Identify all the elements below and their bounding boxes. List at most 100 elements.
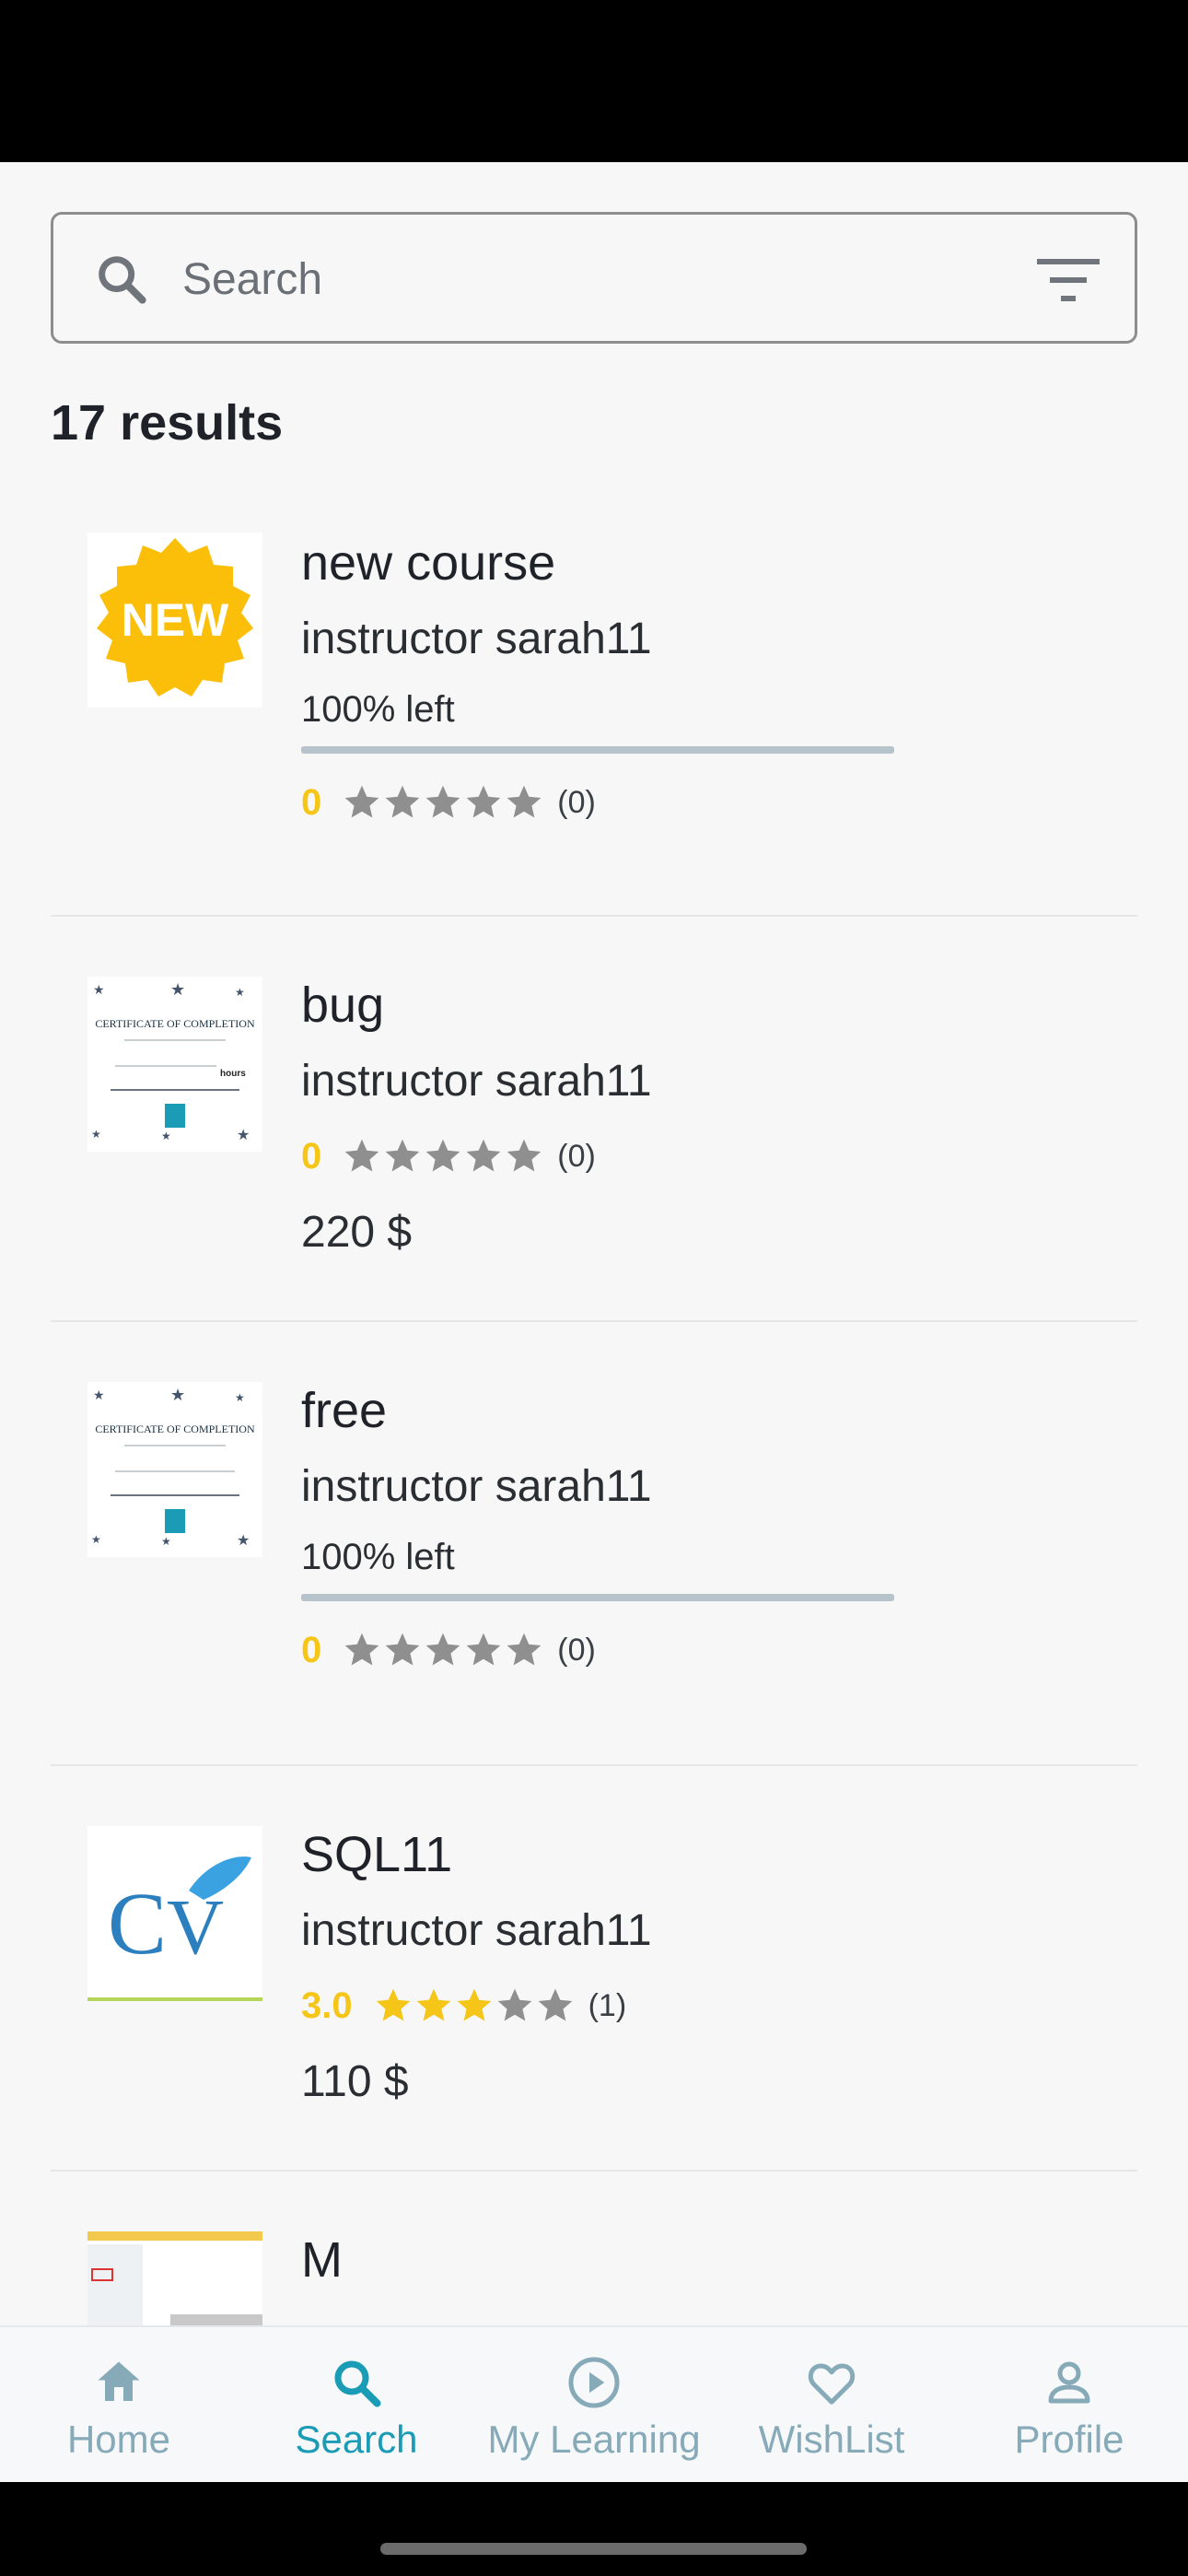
course-title: bug [301,978,385,1033]
course-thumbnail: C V [87,1826,262,2001]
course-price: 110 $ [301,2057,409,2106]
home-indicator[interactable] [380,2543,807,2555]
course-title: free [301,1383,388,1438]
tab-label: Search [295,2418,418,2461]
star-empty-icon [344,1139,379,1172]
star-filled-icon [376,1988,410,2021]
rating-value: 0 [301,781,322,823]
home-icon [98,2361,140,2401]
certificate-seal [165,1509,185,1533]
star-empty-icon [344,785,379,818]
cv-logo-icon: C V [87,1826,262,2001]
divider [51,1764,1137,1766]
status-bar [0,0,1188,162]
course-card[interactable]: C V SQL11 instructor sarah11 3.0 (1) 110… [51,1808,1137,2167]
certificate-hours: hours [220,1069,246,1079]
star-empty-icon [385,1633,420,1666]
certificate-title: CERTIFICATE OF COMPLETION [95,1423,255,1435]
certificate-line [124,1445,226,1446]
divider [51,1320,1137,1322]
rating-row: 0 (0) [301,779,596,825]
star-empty-icon [385,1139,420,1172]
course-instructor: instructor sarah11 [301,1462,652,1511]
rating-value: 0 [301,1629,322,1670]
rating-stars [342,1136,544,1177]
certificate-line [124,1039,226,1041]
certificate-title: CERTIFICATE OF COMPLETION [95,1017,255,1030]
tab-label: Home [66,2418,171,2461]
course-price: 220 $ [301,1208,413,1257]
star-empty-icon [538,1988,572,2021]
search-bar[interactable] [51,212,1137,344]
progress-bar [301,1594,894,1601]
certificate-line [111,1494,239,1496]
course-card[interactable]: ★ ★ ★ CERTIFICATE OF COMPLETION ★ ★ ★ fr… [51,1364,1137,1751]
star-empty-icon [507,785,542,818]
rating-row: 3.0 (1) [301,1983,626,2029]
certificate-line [115,1065,216,1067]
rating-count: (0) [557,784,596,820]
progress-label: 100% left [301,689,455,730]
rating-count: (0) [557,1632,596,1668]
person-icon [1048,2361,1090,2404]
tab-label: WishList [758,2418,905,2461]
divider [51,2170,1137,2172]
rating-stars [342,782,544,823]
svg-text:V: V [167,1882,224,1971]
rating-value: 0 [301,1135,322,1177]
star-filled-icon [416,1988,450,2021]
star-empty-icon [425,1633,460,1666]
star-empty-icon [385,785,420,818]
course-thumbnail: ★ ★ ★ CERTIFICATE OF COMPLETION hours ★ … [87,977,262,1152]
rating-stars [373,1985,576,2026]
course-instructor: instructor sarah11 [301,1057,652,1106]
course-card[interactable]: NEW new course instructor sarah11 100% l… [51,516,1137,903]
course-card[interactable]: M [51,2213,1137,2325]
play-circle-icon [568,2357,620,2408]
star-empty-icon [425,1139,460,1172]
star-empty-icon [507,1633,542,1666]
star-empty-icon [466,785,501,818]
rating-stars [342,1630,544,1670]
certificate-thumbnail: ★ ★ ★ CERTIFICATE OF COMPLETION hours ★ … [87,977,262,1152]
new-badge-icon: NEW [97,538,253,697]
svg-text:C: C [108,1874,167,1973]
course-thumbnail: ★ ★ ★ CERTIFICATE OF COMPLETION ★ ★ ★ [87,1382,262,1557]
tab-wishlist[interactable]: WishList [713,2327,950,2484]
tab-profile[interactable]: Profile [950,2327,1188,2484]
star-empty-icon [425,785,460,818]
certificate-line [115,1470,235,1472]
star-empty-icon [466,1139,501,1172]
star-empty-icon [507,1139,542,1172]
divider [51,915,1137,917]
rating-row: 0 (0) [301,1627,596,1673]
search-icon [99,256,146,304]
results-count: 17 results [51,395,284,451]
tab-search[interactable]: Search [238,2327,475,2484]
star-empty-icon [344,1633,379,1666]
screenshot-thumbnail [87,2231,262,2325]
course-thumbnail [87,2231,262,2325]
star-empty-icon [497,1988,531,2021]
tab-home[interactable]: Home [0,2327,238,2484]
search-input[interactable] [182,242,993,316]
star-empty-icon [466,1633,501,1666]
progress-label: 100% left [301,1537,455,1577]
heart-icon [808,2363,856,2405]
rating-count: (1) [588,1987,627,2023]
thumb-block [170,2314,262,2325]
progress-fill [301,746,894,754]
course-card[interactable]: ★ ★ ★ CERTIFICATE OF COMPLETION hours ★ … [51,958,1137,1317]
filter-icon[interactable] [1037,255,1100,305]
tab-label: My Learning [487,2418,701,2461]
progress-bar [301,746,894,754]
rating-value: 3.0 [301,1985,353,2026]
thumb-sidebar [87,2244,143,2325]
rating-count: (0) [557,1138,596,1174]
progress-fill [301,1594,894,1601]
course-instructor: instructor sarah11 [301,1906,652,1955]
star-filled-icon [457,1988,491,2021]
tab-my-learning[interactable]: My Learning [475,2327,713,2484]
course-title: SQL11 [301,1827,453,1882]
search-icon [334,2360,381,2407]
